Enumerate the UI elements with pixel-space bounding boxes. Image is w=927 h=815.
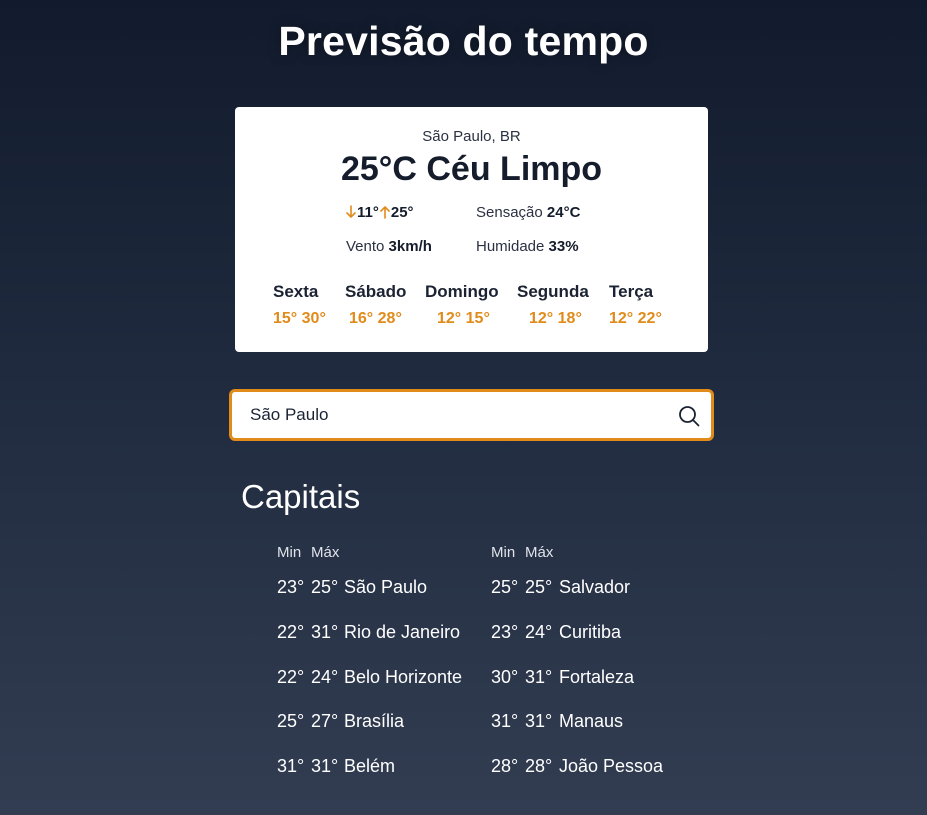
capital-max: 24° xyxy=(311,667,339,687)
humidity-value: 33% xyxy=(548,238,579,255)
capital-max: 25° xyxy=(525,577,553,597)
capital-min: 31° xyxy=(491,711,519,731)
capital-city: Fortaleza xyxy=(559,667,635,687)
capital-city: Manaus xyxy=(559,711,624,731)
arrow-up-icon xyxy=(380,206,390,219)
forecast-temps: 12° 22° xyxy=(609,310,662,327)
forecast-day: Domingo xyxy=(425,282,499,301)
capital-min: 28° xyxy=(491,756,519,776)
capital-min: 23° xyxy=(491,622,519,642)
forecast-temps: 12° 18° xyxy=(529,310,582,327)
capital-city: Brasília xyxy=(344,711,405,731)
capital-max: 31° xyxy=(525,667,553,687)
capital-max: 24° xyxy=(525,622,553,642)
capital-max: 25° xyxy=(311,577,339,597)
page-title: Previsão do tempo xyxy=(278,18,649,64)
capital-max: 31° xyxy=(525,711,553,731)
forecast-day: Terça xyxy=(609,282,654,301)
forecast-temps: 12° 15° xyxy=(437,310,490,327)
capital-min: 31° xyxy=(277,756,305,776)
wind-value: 3km/h xyxy=(388,238,432,255)
capital-max: 27° xyxy=(311,711,339,731)
current-temperature: 25°C Céu Limpo xyxy=(340,150,603,188)
capital-min: 22° xyxy=(277,622,305,642)
capital-min: 25° xyxy=(277,711,305,731)
capital-min: 22° xyxy=(277,667,305,687)
feels-like-value: 24°C xyxy=(546,204,581,221)
capital-city: Rio de Janeiro xyxy=(344,622,461,642)
humidity-label: Humidade xyxy=(476,238,545,255)
forecast-day: Segunda xyxy=(517,282,589,301)
capital-min: 25° xyxy=(491,577,519,597)
arrow-down-icon xyxy=(346,205,356,218)
feels-like: Sensação 24°C xyxy=(476,204,580,221)
forecast-day: Sexta xyxy=(273,282,319,301)
capital-min: 23° xyxy=(277,577,305,597)
max-header: Máx xyxy=(311,544,340,561)
capital-city: João Pessoa xyxy=(559,756,664,776)
capital-city: Salvador xyxy=(559,577,631,597)
capital-city: São Paulo xyxy=(344,577,428,597)
city-label: São Paulo, BR xyxy=(422,128,521,145)
capital-max: 28° xyxy=(525,756,553,776)
search-icon[interactable] xyxy=(677,404,701,428)
humidity: Humidade 33% xyxy=(476,238,579,255)
capital-max: 31° xyxy=(311,756,339,776)
capital-city: Belém xyxy=(344,756,396,776)
forecast-temps: 15° 30° xyxy=(273,310,326,327)
forecast-temps: 16° 28° xyxy=(349,310,402,327)
search-input[interactable] xyxy=(250,403,660,427)
feels-like-label: Sensação xyxy=(476,204,543,221)
min-max-temperature: 11° 25° xyxy=(346,204,414,221)
max-header: Máx xyxy=(525,544,554,561)
capital-max: 31° xyxy=(311,622,339,642)
capital-city: Belo Horizonte xyxy=(344,667,463,687)
wind-label: Vento xyxy=(346,238,385,255)
capitals-title: Capitais xyxy=(241,478,361,515)
min-header: Min xyxy=(491,544,516,561)
min-temperature: 11° xyxy=(357,204,379,221)
capital-min: 30° xyxy=(491,667,519,687)
forecast-day: Sábado xyxy=(345,282,407,301)
wind: Vento 3km/h xyxy=(346,238,432,255)
search-box xyxy=(229,389,714,441)
current-weather-card: São Paulo, BR 25°C Céu Limpo 11° 25° Sen… xyxy=(235,107,708,352)
max-temperature: 25° xyxy=(390,204,414,221)
min-header: Min xyxy=(277,544,302,561)
capital-city: Curitiba xyxy=(559,622,622,642)
